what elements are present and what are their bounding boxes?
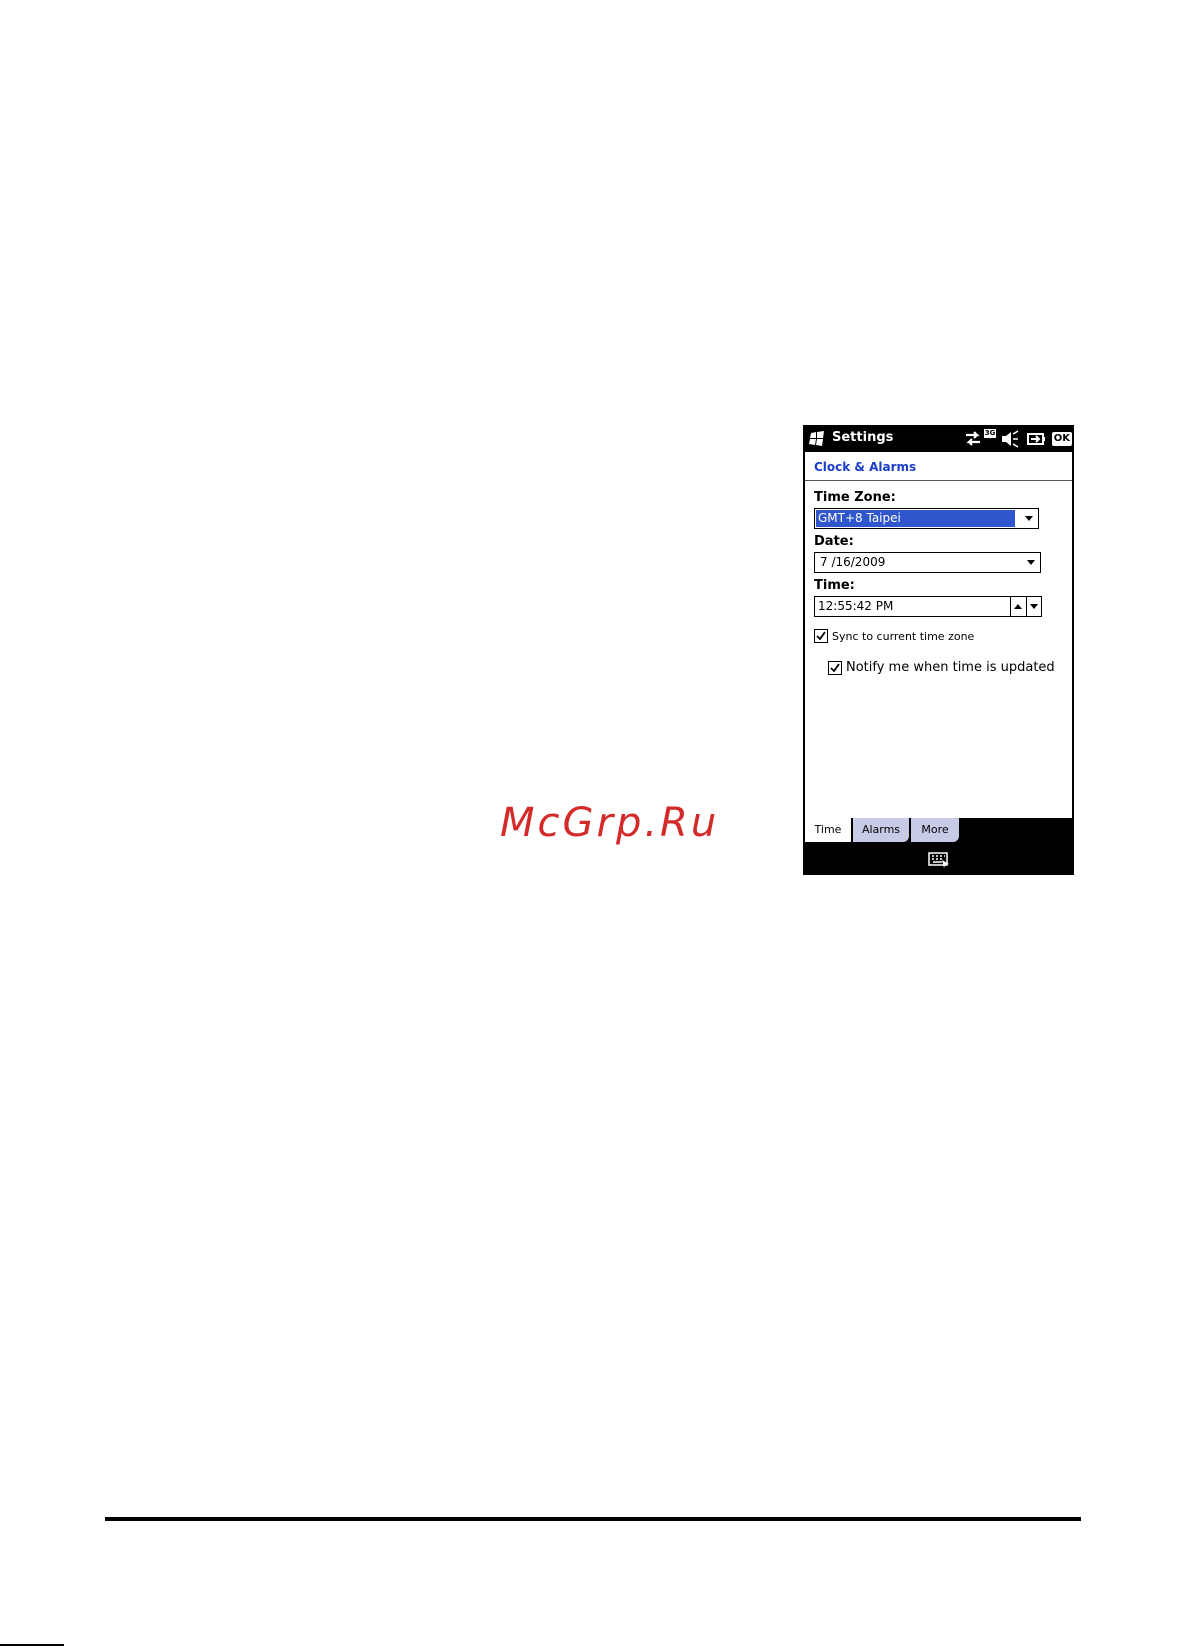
settings-content: Clock & Alarms Time Zone: GMT+8 Taipei D…: [805, 452, 1072, 818]
tab-alarms[interactable]: Alarms: [853, 818, 909, 842]
footer-rule: [0, 1644, 64, 1646]
time-zone-value: GMT+8 Taipei: [816, 510, 1015, 527]
spin-down-icon[interactable]: [1025, 597, 1042, 616]
battery-icon: [1026, 433, 1045, 445]
date-value: 7 /16/2009: [820, 555, 886, 569]
time-zone-label: Time Zone:: [814, 490, 896, 505]
spin-up-icon[interactable]: [1011, 597, 1026, 616]
tab-more[interactable]: More: [911, 818, 959, 842]
tab-time[interactable]: Time: [805, 818, 851, 842]
device-screen: Settings 3G OK Clock & Alarms Time Zone:…: [803, 425, 1074, 875]
keyboard-icon[interactable]: [928, 852, 950, 868]
date-picker[interactable]: 7 /16/2009: [814, 552, 1041, 573]
page-rule: [105, 1517, 1081, 1521]
checkmark-icon: [830, 662, 840, 672]
time-input[interactable]: 12:55:42 PM: [814, 596, 1042, 617]
date-label: Date:: [814, 534, 854, 549]
section-title: Clock & Alarms: [814, 460, 917, 474]
data-arrows-icon[interactable]: 3G: [962, 429, 997, 449]
time-zone-dropdown[interactable]: GMT+8 Taipei: [814, 508, 1039, 529]
chevron-down-icon[interactable]: [1020, 509, 1038, 528]
time-label: Time:: [814, 578, 855, 593]
notify-option[interactable]: Notify me when time is updated: [828, 660, 1055, 675]
tab-bar: Time Alarms More: [803, 818, 1074, 845]
soft-key-bar: [803, 845, 1074, 875]
notify-checkbox[interactable]: [828, 660, 842, 675]
notify-label: Notify me when time is updated: [846, 660, 1055, 675]
sync-option[interactable]: Sync to current time zone: [814, 629, 974, 643]
network-type-label: 3G: [983, 429, 997, 438]
app-title: Settings: [832, 430, 894, 445]
chevron-down-icon[interactable]: [1022, 553, 1040, 572]
watermark: McGrp.Ru: [500, 800, 720, 846]
divider: [805, 480, 1072, 481]
time-value: 12:55:42 PM: [818, 599, 894, 613]
status-area: 3G OK: [962, 429, 1072, 449]
ok-button[interactable]: OK: [1051, 432, 1072, 446]
title-bar: Settings 3G OK: [803, 425, 1074, 452]
windows-start-icon[interactable]: [809, 431, 825, 446]
speaker-mute-icon[interactable]: [1000, 430, 1020, 448]
checkmark-icon: [816, 631, 826, 641]
sync-checkbox[interactable]: [814, 629, 828, 643]
time-spinner[interactable]: [1010, 597, 1041, 616]
sync-label: Sync to current time zone: [832, 629, 975, 643]
